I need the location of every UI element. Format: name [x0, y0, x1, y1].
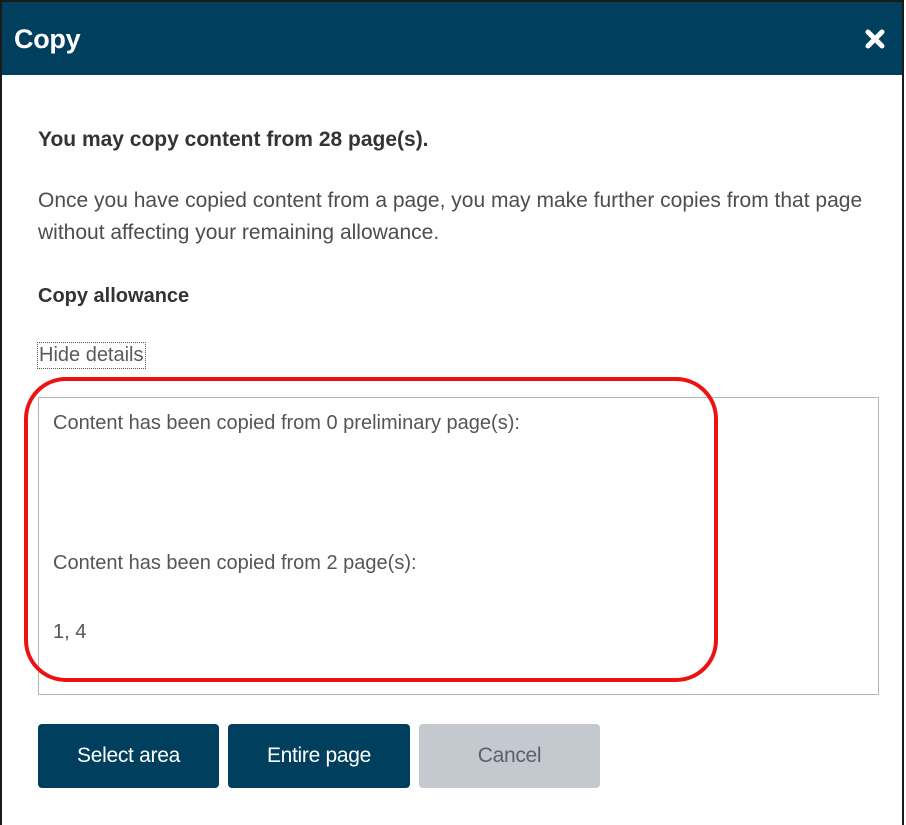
copy-allowance-heading: Copy allowance — [38, 285, 190, 307]
copy-allowance-headline: You may copy content from 28 page(s). — [38, 128, 429, 151]
select-area-button[interactable]: Select area — [38, 724, 219, 788]
copy-details-box: Content has been copied from 0 prelimina… — [38, 397, 879, 695]
pages-copied-text: Content has been copied from 2 page(s): — [53, 552, 417, 574]
dialog-title: Copy — [14, 24, 81, 54]
close-icon[interactable] — [860, 24, 890, 54]
preliminary-pages-copied-text: Content has been copied from 0 prelimina… — [53, 412, 520, 434]
dialog-titlebar: Copy — [2, 0, 902, 75]
cancel-button[interactable]: Cancel — [419, 724, 600, 788]
copy-dialog: Copy You may copy content from 28 page(s… — [0, 0, 904, 825]
entire-page-button[interactable]: Entire page — [228, 724, 410, 788]
copy-info-text: Once you have copied content from a page… — [38, 189, 863, 244]
copied-pages-list: 1, 4 — [53, 621, 87, 643]
hide-details-link[interactable]: Hide details — [37, 342, 146, 369]
